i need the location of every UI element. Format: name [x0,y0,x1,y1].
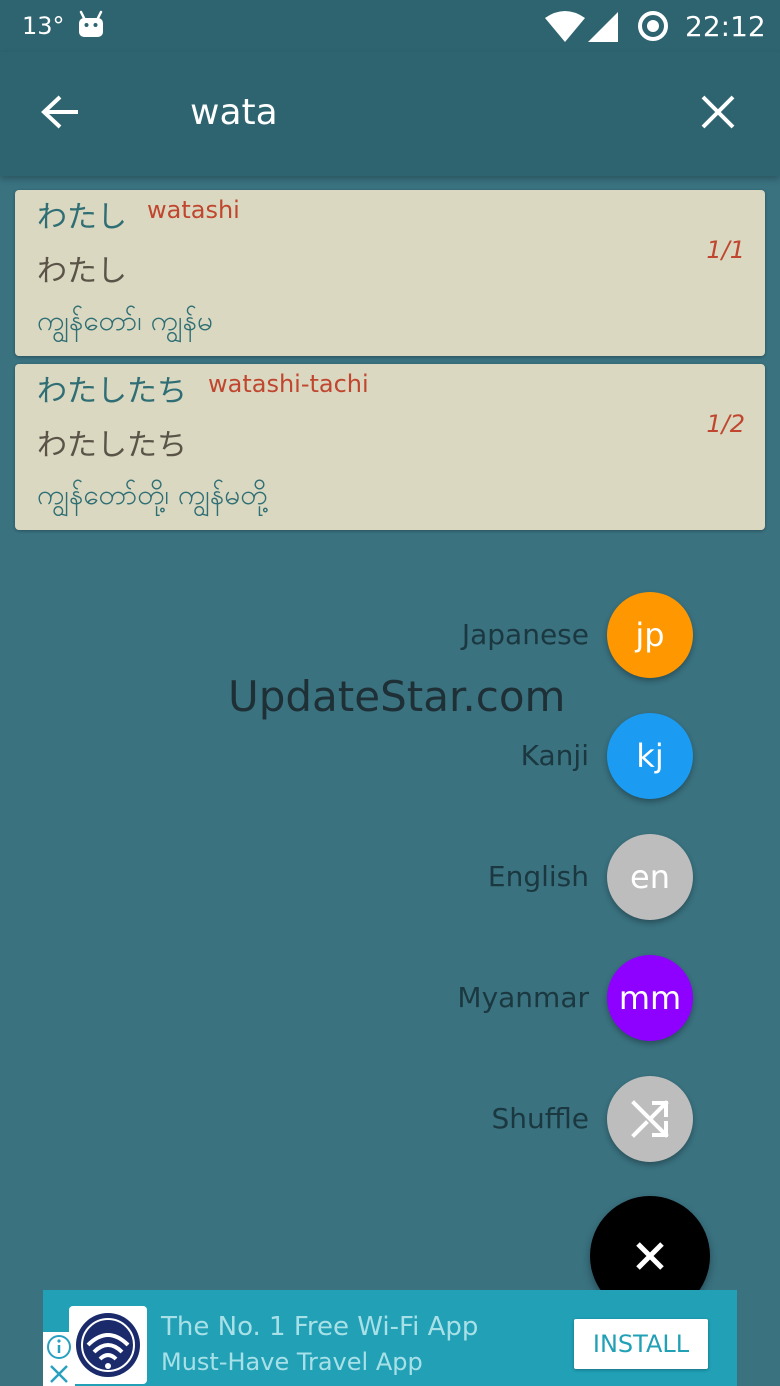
fab-label-shuffle[interactable]: Shuffle [491,1102,589,1135]
ad-app-logo [69,1306,147,1384]
close-icon[interactable] [700,94,736,134]
back-arrow-icon[interactable] [40,94,80,134]
ad-choices[interactable] [43,1332,75,1386]
ad-banner[interactable]: The No. 1 Free Wi-Fi App Must-Have Trave… [43,1290,737,1386]
result-romaji: watashi-tachi [208,370,369,398]
fab-kanji-button[interactable]: kj [607,713,693,799]
wifi-icon [545,10,585,46]
ad-subline: Must-Have Travel App [161,1348,423,1376]
result-meaning: ကျွန်တော်တို့၊ ကျွန်မတို့ [37,478,268,511]
app-bar: wata [0,52,780,176]
fab-japanese-button[interactable]: jp [607,592,693,678]
result-reading: わたし [37,254,127,289]
result-count: 1/2 [706,410,745,438]
ad-headline: The No. 1 Free Wi-Fi App [161,1312,479,1342]
fab-label-japanese[interactable]: Japanese [462,618,589,651]
shuffle-icon [631,1100,669,1138]
android-icon [78,10,104,42]
fab-shuffle-button[interactable] [607,1076,693,1162]
close-icon [636,1242,664,1270]
result-card[interactable]: わたしたち watashi-tachi わたしたち ကျွန်တော်တို့၊… [15,364,765,530]
fab-english-button[interactable]: en [607,834,693,920]
fab-label-myanmar[interactable]: Myanmar [457,981,589,1014]
fab-label-english[interactable]: English [488,860,589,893]
fab-label-kanji[interactable]: Kanji [521,739,589,772]
search-input[interactable]: wata [190,92,278,133]
result-card[interactable]: わたし watashi わたし ကျွန်တော်၊ ကျွန်မ 1/1 [15,190,765,356]
result-count: 1/1 [706,236,745,264]
wifi-logo-icon [76,1313,140,1377]
close-ad-icon[interactable] [43,1360,75,1386]
signal-icon [588,12,618,46]
clock: 22:12 [685,10,766,43]
info-icon [47,1335,71,1359]
result-reading: わたしたち [37,428,187,463]
fab-myanmar-button[interactable]: mm [607,955,693,1041]
result-kana: わたしたち [37,374,187,409]
result-kana: わたし [37,200,127,235]
watermark: UpdateStar.com [228,672,566,721]
temperature: 13° [22,12,65,40]
result-romaji: watashi [147,196,240,224]
result-meaning: ကျွန်တော်၊ ကျွန်မ [37,304,213,337]
install-button[interactable]: INSTALL [574,1319,708,1369]
status-bar: 13° 22:12 [0,0,780,52]
sync-icon [636,9,670,47]
